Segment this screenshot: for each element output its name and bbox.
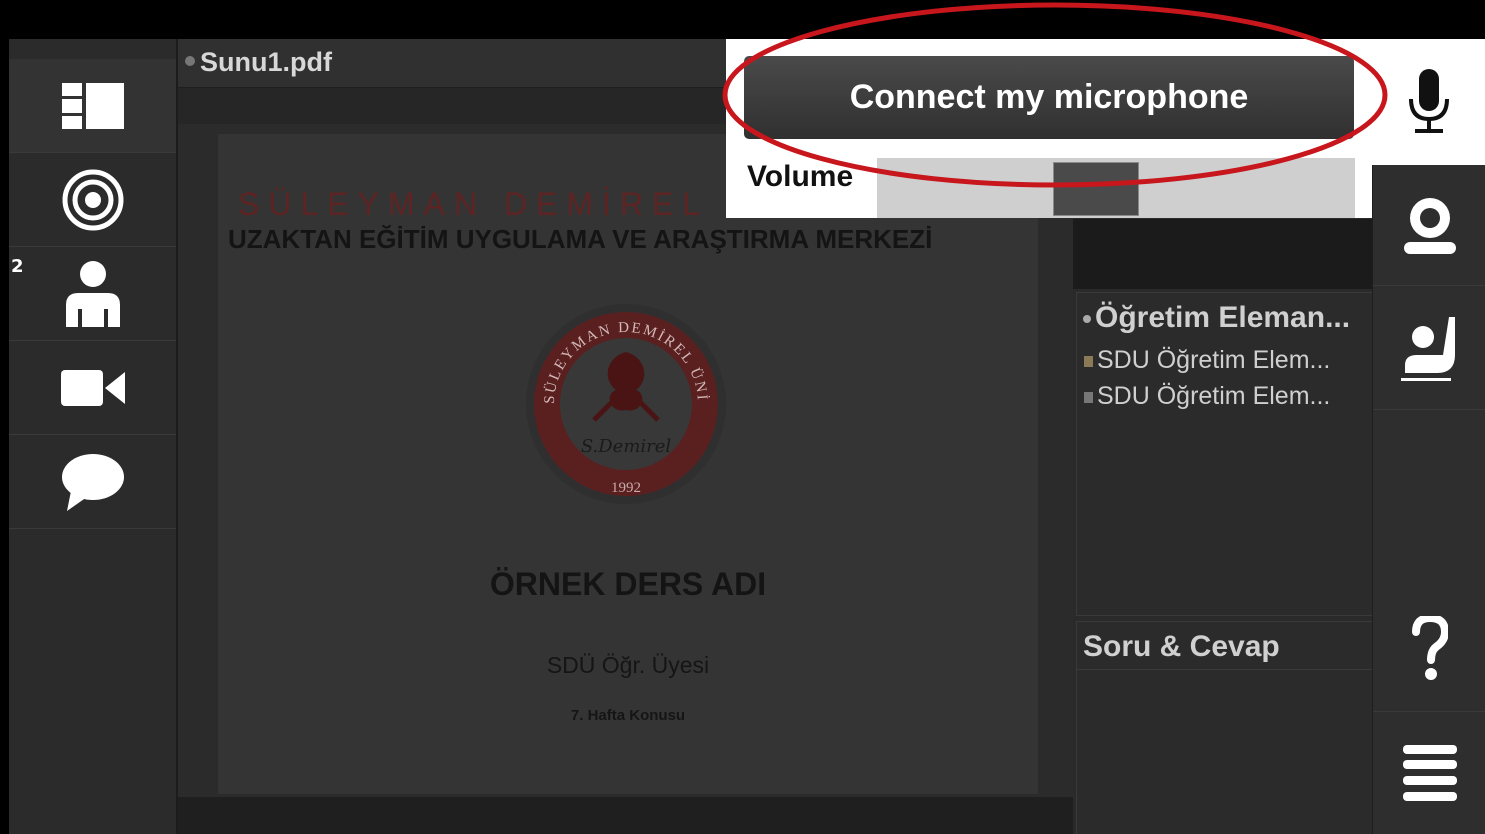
layout-icon <box>61 82 124 129</box>
chat-bubble-icon <box>61 453 124 511</box>
users-panel: Öğretim Eleman... SDU Öğretim Elem... SD… <box>1076 292 1373 616</box>
slide-course-title: ÖRNEK DERS ADI <box>489 566 767 602</box>
users-icon <box>1083 315 1091 324</box>
svg-text:S.Demirel: S.Demirel <box>581 436 672 457</box>
divider <box>1077 669 1372 670</box>
user-icon <box>1084 355 1093 367</box>
chat-button[interactable] <box>9 435 176 529</box>
webcam-area <box>1073 219 1373 289</box>
slide-lecturer: SDÜ Öğr. Üyesi <box>546 652 710 678</box>
user-icon <box>1084 391 1093 403</box>
webcam-icon <box>1403 198 1456 254</box>
participants-button[interactable] <box>9 247 176 341</box>
slide-center-name: UZAKTAN EĞİTİM UYGULAMA VE ARAŞTIRMA MER… <box>228 224 933 254</box>
user-row[interactable]: SDU Öğretim Elem... <box>1084 382 1330 411</box>
help-button[interactable] <box>1373 587 1485 712</box>
left-sidebar: 2 <box>9 39 178 834</box>
svg-text:1992: 1992 <box>611 480 641 496</box>
help-icon <box>1411 616 1448 680</box>
menu-button[interactable] <box>1373 712 1485 834</box>
presentation-dot-icon <box>185 56 195 66</box>
slide-topic: 7. Hafta Konusu <box>570 707 686 724</box>
broadcast-icon <box>62 169 123 230</box>
raise-hand-button[interactable] <box>1373 286 1485 410</box>
presentation-footer <box>178 797 1073 834</box>
slide-university-name: SÜLEYMAN DEMİREL Ü <box>238 186 758 222</box>
video-button[interactable] <box>9 341 176 435</box>
highlight-oval-annotation <box>722 2 1388 188</box>
microphone-icon <box>1408 69 1449 133</box>
qa-panel-header[interactable]: Soru & Cevap <box>1083 630 1280 664</box>
menu-icon <box>1402 745 1457 801</box>
users-panel-header[interactable]: Öğretim Eleman... <box>1083 301 1350 335</box>
video-camera-icon <box>60 369 125 406</box>
qa-panel: Soru & Cevap <box>1076 621 1373 834</box>
university-seal-logo: SÜLEYMAN DEMİREL ÜNİVERSİTESİ S.Demirel … <box>524 302 726 504</box>
slide: SÜLEYMAN DEMİREL Ü UZAKTAN EĞİTİM UYGULA… <box>218 134 1038 794</box>
user-row[interactable]: SDU Öğretim Elem... <box>1084 346 1330 375</box>
raise-hand-icon <box>1400 316 1455 381</box>
layout-button[interactable] <box>9 59 176 153</box>
presentation-filename: Sunu1.pdf <box>200 47 332 77</box>
user-icon <box>65 260 120 327</box>
broadcast-button[interactable] <box>9 153 176 247</box>
